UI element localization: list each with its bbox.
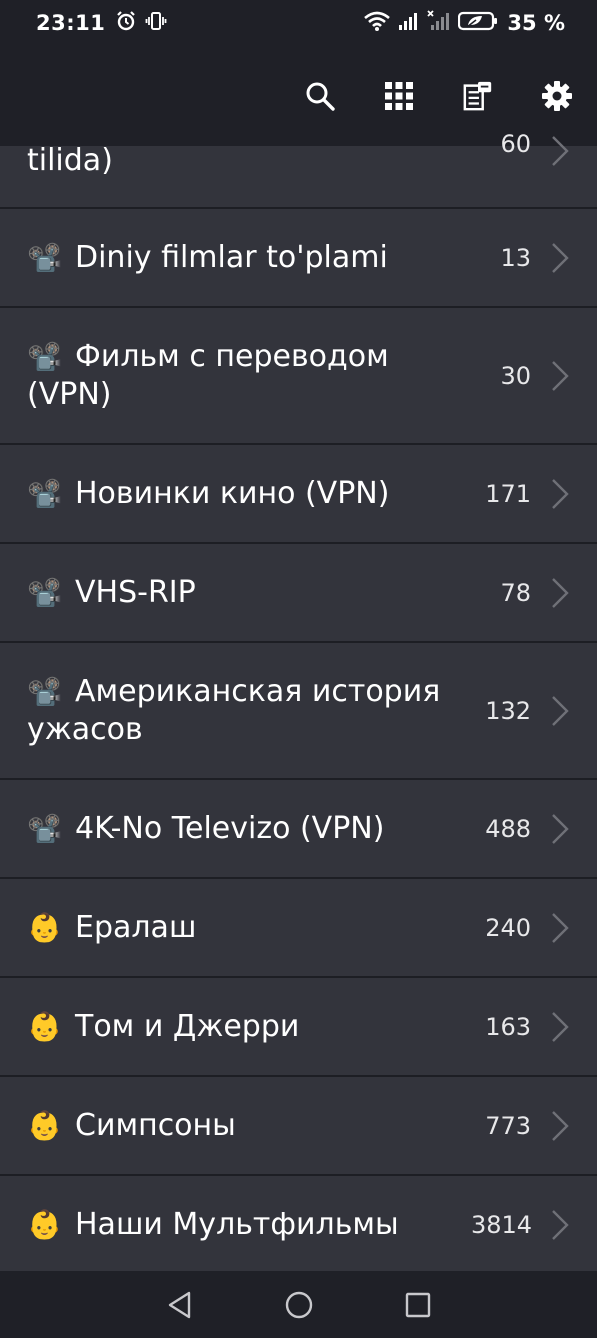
item-title: 📽️ Новинки кино (VPN) [0,475,471,513]
item-count: 773 [485,1111,531,1140]
chevron-right-icon [549,1010,571,1044]
item-count: 30 [500,361,531,390]
recents-icon[interactable] [398,1285,438,1325]
item-title-text: 4K-No Televizo (VPN) [75,810,385,846]
item-title: 👶 Том и Джерри [0,1008,471,1046]
item-title-text: VHS-RIP [75,574,196,610]
status-right: 35 % [363,10,565,36]
system-nav-bar [0,1271,597,1338]
list-item[interactable]: 👶 Ералаш 240 [0,879,597,978]
chevron-right-icon [549,812,571,846]
battery-icon [458,10,498,36]
channel-group-list: tilida) 60 📽️ Diniy filmlar to'plami 13 📽… [0,130,597,1274]
home-icon[interactable] [279,1285,319,1325]
list-item[interactable]: 📽️ Американская история ужасов 132 [0,643,597,780]
chevron-right-icon [549,694,571,728]
settings-icon[interactable] [541,80,573,112]
item-title: tilida) [0,142,471,180]
vibrate-icon [145,10,167,36]
item-count: 488 [485,814,531,843]
status-time: 23:11 [36,11,106,35]
screen: 23:11 35 % tilida) 60 📽️ Diniy filmlar t… [0,0,597,1338]
film-projector-icon: 📽️ [27,240,62,274]
back-icon[interactable] [160,1285,200,1325]
item-count: 60 [500,130,531,158]
item-title: 📽️ VHS-RIP [0,574,471,612]
item-title: 📽️ Diniy filmlar to'plami [0,239,471,277]
news-icon[interactable] [462,80,494,112]
baby-icon: 👶 [27,1009,62,1043]
status-left-icons [115,10,167,36]
signal-off-icon [427,10,451,36]
list-item[interactable]: 📽️ Diniy filmlar to'plami 13 [0,209,597,308]
list-item[interactable]: 👶 Наши Мультфильмы 3814 [0,1176,597,1274]
chevron-right-icon [549,1208,571,1242]
item-title-text: Новинки кино (VPN) [75,475,390,511]
search-icon[interactable] [304,80,336,112]
chevron-right-icon [549,477,571,511]
item-title-text: Ералаш [75,909,197,945]
item-count: 240 [485,913,531,942]
list-item[interactable]: 👶 Том и Джерри 163 [0,978,597,1077]
item-title: 📽️ 4K-No Televizo (VPN) [0,810,471,848]
item-count: 132 [485,696,531,725]
status-bar: 23:11 35 % [0,0,597,46]
item-count: 3814 [471,1211,533,1239]
list-item[interactable]: 👶 Симпсоны 773 [0,1077,597,1176]
item-title: 📽️ Фильм с переводом (VPN) [0,338,471,414]
list-item[interactable]: 📽️ 4K-No Televizo (VPN) 488 [0,780,597,879]
baby-icon: 👶 [27,1108,62,1142]
film-projector-icon: 📽️ [27,575,62,609]
item-title: 📽️ Американская история ужасов [0,673,471,749]
list-item[interactable]: 📽️ Фильм с переводом (VPN) 30 [0,308,597,445]
item-count: 13 [500,243,531,272]
signal-icon [398,10,420,36]
item-title-text: Наши Мультфильмы [75,1207,399,1242]
wifi-icon [363,10,391,36]
film-projector-icon: 📽️ [27,674,62,708]
item-title: 👶 Наши Мультфильмы [0,1206,471,1244]
film-projector-icon: 📽️ [27,811,62,845]
film-projector-icon: 📽️ [27,339,62,373]
chevron-right-icon [549,359,571,393]
item-title: 👶 Симпсоны [0,1107,471,1145]
alarm-icon [115,10,137,36]
chevron-right-icon [549,576,571,610]
item-title-text: Том и Джерри [75,1008,300,1044]
item-count: 78 [500,578,531,607]
list-item[interactable]: 📽️ VHS-RIP 78 [0,544,597,643]
item-title: 👶 Ералаш [0,909,471,947]
item-title-text: Diniy filmlar to'plami [75,239,388,275]
chevron-right-icon [549,1109,571,1143]
item-count: 171 [485,479,531,508]
list-item[interactable]: 📽️ Новинки кино (VPN) 171 [0,445,597,544]
baby-icon: 👶 [27,1208,62,1241]
item-title-text: Симпсоны [75,1107,236,1143]
chevron-right-icon [549,911,571,945]
chevron-right-icon [549,134,571,168]
chevron-right-icon [549,241,571,275]
item-title-text: tilida) [27,143,113,178]
baby-icon: 👶 [27,910,62,944]
item-title-text: Фильм с переводом (VPN) [27,338,389,412]
film-projector-icon: 📽️ [27,476,62,510]
list-item[interactable]: tilida) 60 [0,130,597,209]
grid-icon[interactable] [383,80,415,112]
battery-percent: 35 % [507,11,565,35]
item-title-text: Американская история ужасов [27,673,441,747]
item-count: 163 [485,1012,531,1041]
